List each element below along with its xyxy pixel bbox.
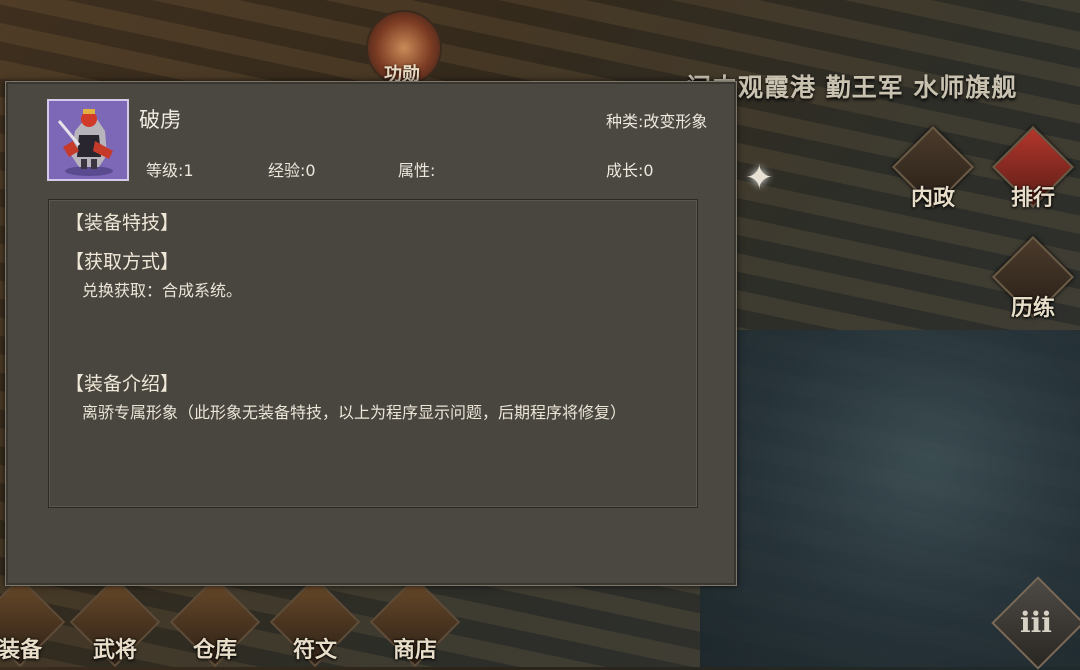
- bottom-button-shop[interactable]: 商店: [369, 576, 461, 668]
- item-description-panel: 【装备特技】 【获取方式】 兑换获取：合成系统。 【装备介绍】 离骄专属形象（此…: [48, 199, 698, 508]
- warrior-portrait-icon: [49, 101, 127, 179]
- side-button-label: 历练: [1010, 295, 1055, 321]
- item-name: 破虏: [139, 108, 181, 132]
- sparkle-icon: ✦: [745, 158, 774, 198]
- bottom-button-label: 符文: [292, 637, 337, 663]
- bottom-button-generals[interactable]: 武将: [69, 576, 161, 668]
- item-detail-dialog: 破虏 种类:改变形象 等级:1 经验:0 属性: 成长:0 【装备特技】 【获取…: [5, 81, 737, 586]
- side-button-ranking[interactable]: 排行: [991, 125, 1075, 212]
- item-avatar: [47, 99, 129, 181]
- side-button-training[interactable]: 历练: [991, 235, 1075, 322]
- menu-icon: iii: [1020, 606, 1052, 639]
- bottom-button-runes[interactable]: 符文: [269, 576, 361, 668]
- item-level: 等级:1: [146, 161, 194, 180]
- item-type: 种类:改变形象: [606, 112, 708, 131]
- bottom-button-label: 商店: [392, 637, 437, 663]
- side-button-label: 内政: [910, 185, 955, 211]
- section-title-obtain-method: 【获取方式】: [65, 251, 180, 273]
- bottom-button-label: 装备: [0, 637, 42, 663]
- bottom-button-label: 武将: [92, 637, 137, 663]
- bottom-button-warehouse[interactable]: 仓库: [169, 576, 261, 668]
- bottom-button-equipment[interactable]: 装备: [0, 576, 66, 668]
- section-title-equipment-skill: 【装备特技】: [65, 212, 180, 234]
- location-title: 闫中观霞港 勤王军 水师旗舰: [686, 73, 1018, 102]
- section-body-equipment-intro: 离骄专属形象（此形象无装备特技，以上为程序显示问题，后期程序将修复）: [82, 403, 627, 422]
- bottom-button-label: 仓库: [192, 637, 237, 663]
- section-body-obtain-method: 兑换获取：合成系统。: [82, 281, 243, 300]
- item-attribute: 属性:: [398, 161, 436, 180]
- section-title-equipment-intro: 【装备介绍】: [65, 373, 180, 395]
- item-growth: 成长:0: [606, 161, 654, 180]
- item-experience: 经验:0: [268, 161, 316, 180]
- side-button-label: 排行: [1010, 185, 1055, 211]
- side-button-internal-affairs[interactable]: 内政: [891, 125, 975, 212]
